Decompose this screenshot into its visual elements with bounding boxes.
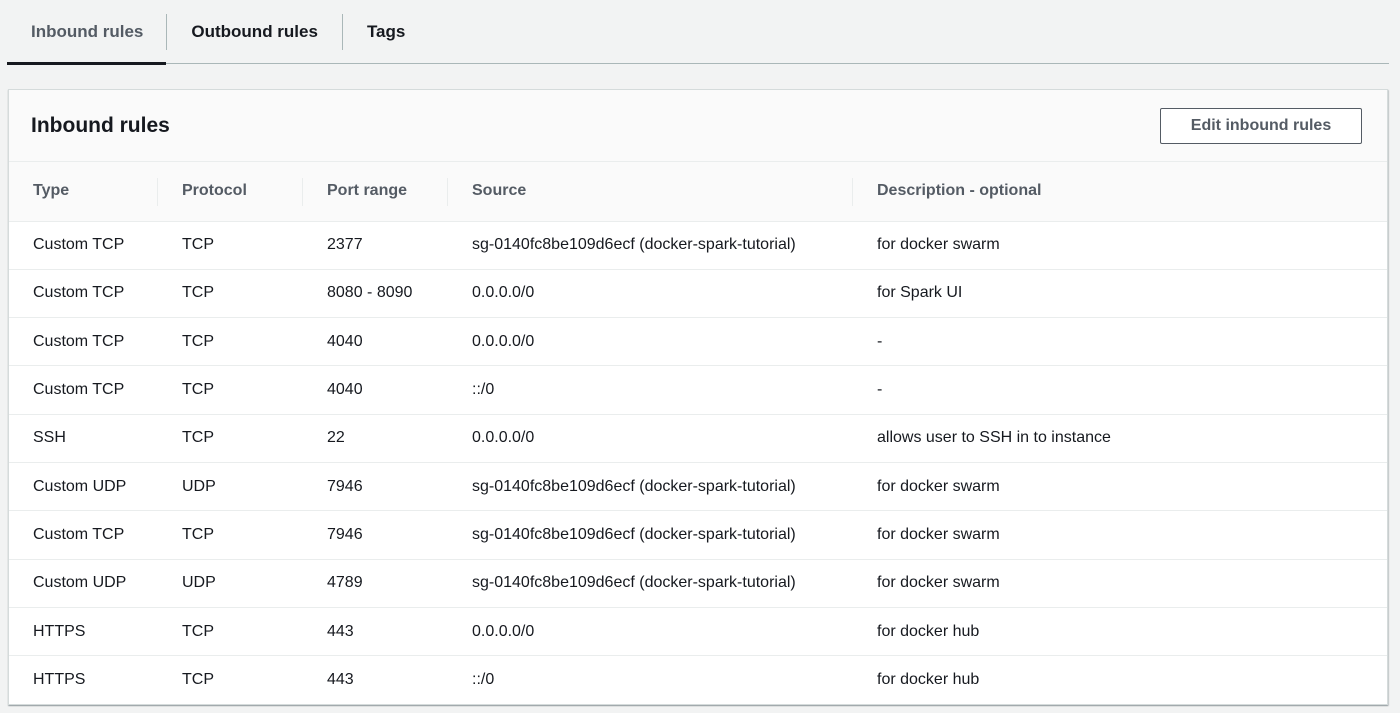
cell-source: ::/0 xyxy=(472,671,495,689)
cell-type: HTTPS xyxy=(33,671,86,689)
cell-protocol: TCP xyxy=(158,317,303,367)
table-header-row: Type Protocol Port range Source Descript… xyxy=(9,162,1387,222)
cell-protocol: TCP xyxy=(158,269,303,319)
cell-protocol: UDP xyxy=(158,462,303,512)
cell-port-range: 443 xyxy=(303,607,448,657)
cell-description: allows user to SSH in to instance xyxy=(853,414,1387,463)
table-row[interactable]: Custom UDP UDP 7946 sg-0140fc8be109d6ecf (d… xyxy=(9,462,1387,512)
column-header-source[interactable]: Source xyxy=(448,162,853,222)
table-body: Custom TCP TCP 2377 sg-0140fc8be109d6ecf (d… xyxy=(9,221,1387,704)
inbound-rules-table: Type Protocol Port range Source Descript… xyxy=(9,162,1387,704)
cell-source: sg-0140fc8be109d6ecf (docker-spark-tutor… xyxy=(448,221,853,270)
cell-description: for docker hub xyxy=(877,671,980,689)
cell-port-range: 7946 xyxy=(303,462,448,512)
cell-type: Custom TCP xyxy=(9,365,158,415)
cell-source: 0.0.0.0/0 xyxy=(448,317,853,367)
table-row[interactable]: Custom TCP TCP 4040 0.0.0.0/0- xyxy=(9,317,1387,367)
inbound-rules-panel: Inbound rules Edit inbound rules Type Pr… xyxy=(8,89,1388,705)
cell-description: - xyxy=(853,365,1387,415)
cell-source: 0.0.0.0/0 xyxy=(448,414,853,463)
cell-type: Custom TCP xyxy=(9,317,158,367)
tab-tags[interactable]: Tags xyxy=(343,0,429,63)
cell-type: Custom UDP xyxy=(9,462,158,512)
cell-port-range: 2377 xyxy=(303,221,448,270)
panel-title: Inbound rules xyxy=(31,113,170,137)
cell-description: for docker swarm xyxy=(853,221,1387,270)
table-row[interactable]: Custom TCP TCP 7946 sg-0140fc8be109d6ecf (d… xyxy=(9,510,1387,560)
panel-header: Inbound rules Edit inbound rules xyxy=(9,90,1387,162)
cell-description: for Spark UI xyxy=(853,269,1387,319)
cell-source: 0.0.0.0/0 xyxy=(448,607,853,657)
cell-port-range: 4789 xyxy=(303,559,448,608)
cell-type: Custom UDP xyxy=(9,559,158,608)
table-row[interactable]: Custom UDP UDP 4789 sg-0140fc8be109d6ecf (d… xyxy=(9,559,1387,608)
tab-inbound-rules[interactable]: Inbound rules xyxy=(7,0,167,65)
cell-protocol: TCP xyxy=(182,671,214,689)
cell-protocol: UDP xyxy=(158,559,303,608)
cell-protocol: TCP xyxy=(158,221,303,270)
table-row[interactable]: Custom TCP TCP 4040::/0- xyxy=(9,365,1387,415)
cell-type: Custom TCP xyxy=(9,221,158,270)
cell-type: HTTPS xyxy=(9,607,158,657)
column-header-type[interactable]: Type xyxy=(9,162,158,222)
table-row[interactable]: SSH TCP 22 0.0.0.0/0 allows user to SSH in t… xyxy=(9,414,1387,463)
cell-protocol: TCP xyxy=(158,510,303,560)
cell-description: for docker swarm xyxy=(853,462,1387,512)
column-header-description[interactable]: Description - optional xyxy=(853,162,1387,222)
cell-source: sg-0140fc8be109d6ecf (docker-spark-tutor… xyxy=(448,462,853,512)
table-row[interactable]: Custom TCP TCP 8080 - 8090 0.0.0.0/0 for Spa… xyxy=(9,269,1387,319)
cell-description: - xyxy=(853,317,1387,367)
cell-source: 0.0.0.0/0 xyxy=(448,269,853,319)
cell-port-range: 7946 xyxy=(303,510,448,560)
cell-type: Custom TCP xyxy=(9,510,158,560)
table-row[interactable]: HTTPS TCP 443::/0 for docker hub xyxy=(9,656,1387,704)
cell-description: for docker hub xyxy=(853,607,1387,657)
tab-outbound-rules[interactable]: Outbound rules xyxy=(167,0,342,63)
cell-port-range: 4040 xyxy=(303,365,448,415)
column-header-protocol[interactable]: Protocol xyxy=(158,162,303,222)
cell-description: for docker swarm xyxy=(853,559,1387,608)
cell-source: sg-0140fc8be109d6ecf (docker-spark-tutor… xyxy=(448,510,853,560)
cell-source: ::/0 xyxy=(448,365,853,415)
cell-port-range: 443 xyxy=(327,671,354,689)
cell-port-range: 4040 xyxy=(303,317,448,367)
edit-inbound-rules-button[interactable]: Edit inbound rules xyxy=(1160,107,1362,144)
cell-type: Custom TCP xyxy=(9,269,158,319)
cell-description: for docker swarm xyxy=(853,510,1387,560)
cell-protocol: TCP xyxy=(158,414,303,463)
table-row[interactable]: HTTPS TCP 443 0.0.0.0/0 for docker hub xyxy=(9,607,1387,657)
cell-protocol: TCP xyxy=(158,365,303,415)
cell-type: SSH xyxy=(9,414,158,463)
table-row[interactable]: Custom TCP TCP 2377 sg-0140fc8be109d6ecf (d… xyxy=(9,221,1387,270)
column-header-port-range[interactable]: Port range xyxy=(303,162,448,222)
tab-bar: Inbound rules Outbound rules Tags xyxy=(7,0,1389,65)
cell-port-range: 8080 - 8090 xyxy=(303,269,448,319)
cell-source: sg-0140fc8be109d6ecf (docker-spark-tutor… xyxy=(448,559,853,608)
cell-port-range: 22 xyxy=(303,414,448,463)
cell-protocol: TCP xyxy=(158,607,303,657)
